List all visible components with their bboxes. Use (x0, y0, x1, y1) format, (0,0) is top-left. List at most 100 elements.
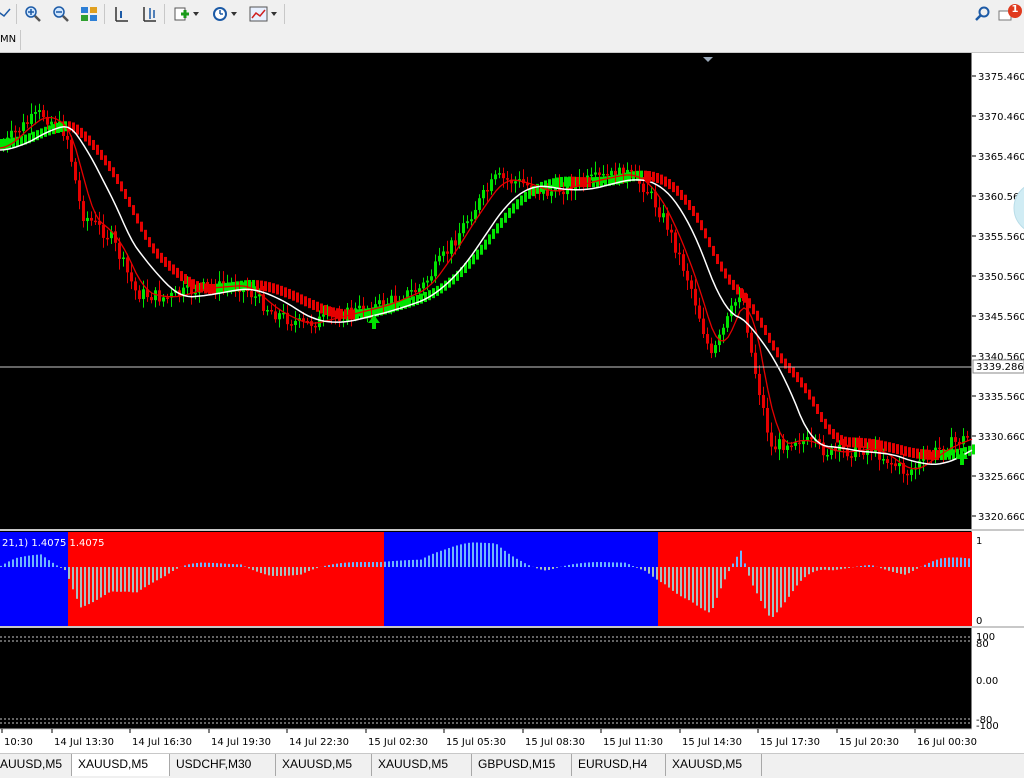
smoothed-band-bar (220, 283, 223, 293)
indicator1-histogram-bar (780, 567, 782, 607)
indicator1-histogram-bar (472, 542, 474, 567)
tab-usdchf-m30[interactable]: USDCHF,M30 (170, 754, 276, 776)
chart-canvas[interactable]: 3375.460 3370.460 3365.460 3360.560 3355… (0, 53, 1024, 753)
indicators-icon[interactable] (172, 3, 202, 25)
candle-body (78, 180, 81, 201)
indicator1-histogram-bar (484, 543, 486, 567)
candle-body (138, 290, 141, 299)
indicator1-histogram-bar (868, 565, 870, 567)
indicator1-histogram-bar (32, 555, 34, 567)
indicator1-histogram-bar (820, 567, 822, 570)
indicator1-histogram-bar (708, 567, 710, 612)
tile-windows-icon[interactable] (78, 3, 100, 25)
indicator1-histogram-bar (204, 563, 206, 567)
smoothed-band-bar (796, 372, 799, 382)
indicator1-histogram-bar (836, 567, 838, 570)
search-icon[interactable] (972, 3, 994, 25)
candle-body (786, 446, 789, 450)
indicator1-histogram-bar (636, 567, 638, 568)
tab-xauusd-m5[interactable]: XAUUSD,M5 (72, 754, 170, 776)
candle-body (42, 110, 45, 117)
smoothed-band-bar (568, 177, 571, 187)
indicator1-histogram-bar (36, 555, 38, 567)
smoothed-band-bar (512, 203, 515, 213)
candle-body (466, 221, 469, 223)
timeframe-mn-button[interactable]: MN (0, 34, 16, 45)
indicator1-histogram-bar (500, 548, 502, 567)
candle-body (826, 455, 829, 457)
indicator1-histogram-bar (592, 562, 594, 567)
smoothed-band-bar (740, 288, 743, 298)
smoothed-band-bar (848, 437, 851, 447)
smoothed-band-bar (516, 199, 519, 209)
indicator1-histogram-bar (164, 567, 166, 576)
smoothed-band-bar (788, 363, 791, 373)
candle-body (646, 192, 649, 194)
chart-shift-icon[interactable] (138, 3, 160, 25)
smoothed-band-bar (528, 189, 531, 199)
candle-body (102, 225, 105, 238)
smoothed-band-bar (824, 419, 827, 429)
indicator1-histogram-bar (960, 558, 962, 567)
indicator1-histogram-bar (336, 564, 338, 567)
indicator1-histogram-bar (248, 567, 250, 568)
indicator1-histogram-bar (12, 559, 14, 567)
tab-xauusd-m5[interactable]: AUUSD,M5 (0, 754, 72, 776)
smoothed-band-bar (144, 230, 147, 240)
indicator1-histogram-bar (948, 558, 950, 567)
candle-body (410, 290, 413, 292)
indicator1-histogram-bar (668, 567, 670, 588)
indicator1-histogram-bar (736, 557, 738, 567)
smoothed-band-bar (124, 189, 127, 199)
candle-body (682, 254, 685, 271)
candle-body (650, 192, 653, 194)
smoothed-band-bar (92, 140, 95, 150)
indicator1-histogram-bar (640, 567, 642, 569)
smoothed-band-bar (108, 161, 111, 171)
tab-xauusd-m5[interactable]: XAUUSD,M5 (372, 754, 472, 776)
tab-xauusd-m5[interactable]: XAUUSD,M5 (276, 754, 372, 776)
tab-eurusd-h4[interactable]: EURUSD,H4 (572, 754, 666, 776)
indicator1-histogram-bar (140, 567, 142, 590)
clock-icon[interactable] (210, 3, 240, 25)
tab-xauusd-m5[interactable]: XAUUSD,M5 (666, 754, 762, 776)
candle-body (18, 131, 21, 133)
indicator1-histogram-bar (480, 543, 482, 567)
zoom-in-icon[interactable] (22, 3, 44, 25)
templates-icon[interactable] (248, 3, 280, 25)
indicator1-histogram-bar (20, 557, 22, 567)
indicator1-histogram-bar (388, 561, 390, 567)
indicator1-histogram-bar (384, 562, 386, 567)
messages-icon[interactable]: 1 (998, 3, 1024, 25)
zoom-out-icon[interactable] (50, 3, 72, 25)
smoothed-band-bar (84, 132, 87, 142)
candle-body (266, 310, 269, 312)
tab-gbpusd-m15[interactable]: GBPUSD,M15 (472, 754, 572, 776)
indicator1-histogram-bar (656, 567, 658, 580)
indicator1-histogram-bar (608, 562, 610, 567)
time-tick-label: 14 Jul 16:30 (132, 737, 192, 748)
smoothed-band-bar (844, 437, 847, 447)
smoothed-band-bar (104, 155, 107, 165)
candle-body (706, 334, 709, 344)
smoothed-band-bar (808, 390, 811, 400)
smoothed-band-bar (820, 412, 823, 422)
period-separator-icon[interactable] (110, 3, 132, 25)
candle-body (122, 257, 125, 259)
smoothed-band-bar (708, 237, 711, 247)
smoothed-band-bar (156, 249, 159, 259)
indicator1-histogram-bar (356, 562, 358, 567)
candle-body (778, 439, 781, 449)
smoothed-band-bar (812, 397, 815, 407)
candle-body (490, 179, 493, 191)
price-tick-label: 3335.560 (978, 392, 1024, 403)
indicator1-histogram-bar (220, 563, 222, 567)
indicator1-histogram-bar (108, 567, 110, 593)
candle-body (738, 297, 741, 302)
smoothed-band-bar (584, 177, 587, 187)
candle-body (954, 437, 957, 442)
smoothed-band-bar (840, 435, 843, 445)
chart-window[interactable]: 3375.460 3370.460 3365.460 3360.560 3355… (0, 53, 1024, 753)
smoothed-band-bar (284, 287, 287, 297)
chart-line-icon[interactable] (0, 3, 14, 25)
